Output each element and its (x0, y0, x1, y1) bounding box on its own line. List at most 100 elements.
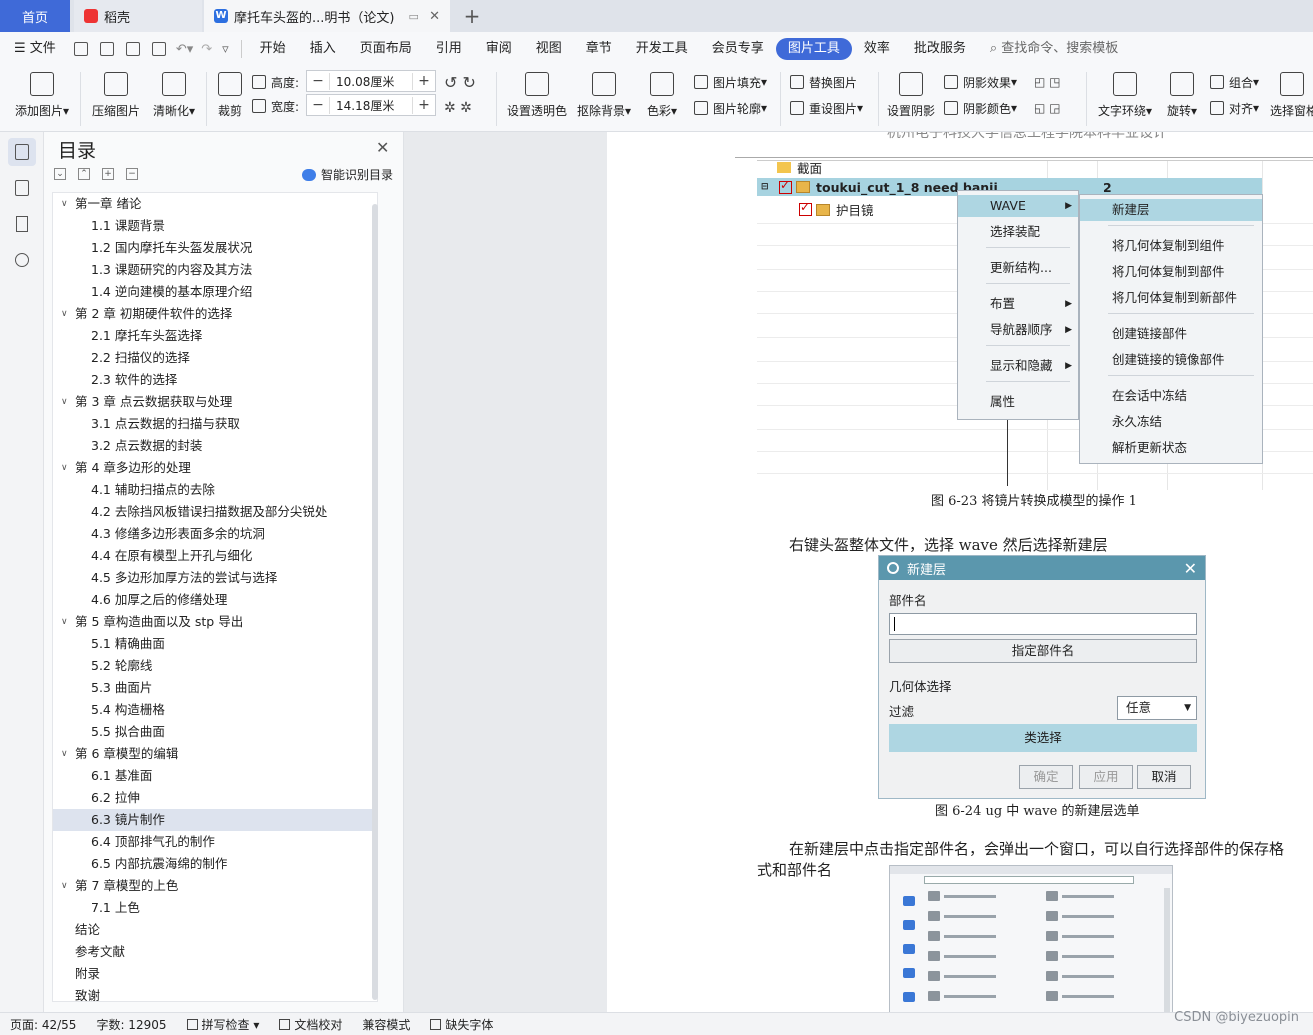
menu-review[interactable]: 审阅 (474, 38, 524, 60)
toc-item[interactable]: 致谢 (53, 985, 377, 1001)
toc-item[interactable]: 6.2 拉伸 (53, 787, 377, 809)
toc-item[interactable]: 结论 (53, 919, 377, 941)
toc-item[interactable]: 5.5 拟合曲面 (53, 721, 377, 743)
toc-item[interactable]: 4.1 辅助扫描点的去除 (53, 479, 377, 501)
height-field[interactable]: −10.08厘米 + (306, 70, 436, 92)
cancel-button[interactable]: 取消 (1137, 765, 1191, 789)
toc-item[interactable]: 6.1 基准面 (53, 765, 377, 787)
menu-efficiency[interactable]: 效率 (852, 38, 902, 60)
menu-correction[interactable]: 批改服务 (902, 38, 978, 60)
file-menu[interactable]: ☰ 文件 (0, 38, 68, 60)
menu-copy-to-component[interactable]: 将几何体复制到组件 (1080, 235, 1262, 257)
width-decrease[interactable]: − (307, 97, 329, 113)
menu-references[interactable]: 引用 (424, 38, 474, 60)
menu-new-level[interactable]: 新建层 (1080, 199, 1262, 221)
toc-item[interactable]: 5.1 精确曲面 (53, 633, 377, 655)
height-decrease[interactable]: − (307, 73, 329, 89)
command-search[interactable]: ⌕ 查找命令、搜索模板 (978, 38, 1130, 60)
menu-chapter[interactable]: 章节 (574, 38, 624, 60)
rotate-button[interactable]: 旋转▾ (1162, 70, 1202, 119)
menu-copy-to-new-part[interactable]: 将几何体复制到新部件 (1080, 287, 1262, 309)
word-count[interactable]: 字数: 12905 (86, 1016, 176, 1033)
menu-properties[interactable]: 属性 (958, 391, 1078, 413)
shadow-nudge-icon[interactable]: ◱ ◲ (1034, 98, 1061, 118)
close-tab-icon[interactable]: ✕ (429, 9, 440, 24)
menu-insert[interactable]: 插入 (298, 38, 348, 60)
undo-icon[interactable]: ↶▾ (176, 42, 193, 57)
toc-item[interactable]: 4.3 修缮多边形表面多余的坑洞 (53, 523, 377, 545)
picture-fill-button[interactable]: 图片填充 ▾ (694, 72, 767, 92)
toc-item[interactable]: 3.2 点云数据的封装 (53, 435, 377, 457)
page-indicator[interactable]: 页面: 42/55 (0, 1016, 86, 1033)
chevron-down-icon[interactable]: ∨ (61, 457, 68, 479)
chevron-down-icon[interactable]: ∨ (61, 303, 68, 325)
menu-page-layout[interactable]: 页面布局 (348, 38, 424, 60)
chevron-down-icon[interactable]: ∨ (61, 391, 68, 413)
toc-item[interactable]: 2.2 扫描仪的选择 (53, 347, 377, 369)
menu-freeze-permanent[interactable]: 永久冻结 (1080, 411, 1262, 433)
menu-select-assembly[interactable]: 选择装配 (958, 221, 1078, 243)
chevron-down-icon[interactable]: ∨ (61, 875, 68, 897)
toc-item[interactable]: 5.3 曲面片 (53, 677, 377, 699)
set-transparent-button[interactable]: 设置透明色 (506, 70, 568, 119)
menu-wave[interactable]: WAVE ▶ (958, 195, 1078, 217)
menu-picture-tools[interactable]: 图片工具 (775, 38, 852, 60)
toc-chapter-item[interactable]: ∨ 第 4 章多边形的处理 (53, 457, 377, 479)
part-name-input[interactable] (889, 613, 1197, 635)
toc-item[interactable]: 7.1 上色 (53, 897, 377, 919)
tab-document[interactable]: W 摩托车头盔的...明书（论文) ▭ ✕ (204, 0, 450, 32)
menu-view[interactable]: 视图 (524, 38, 574, 60)
shadow-nudge-icon[interactable]: ◰ ◳ (1034, 72, 1061, 92)
text-wrap-button[interactable]: 文字环绕▾ (1094, 70, 1156, 119)
crop-button[interactable]: 裁剪 (214, 70, 246, 119)
height-increase[interactable]: + (413, 73, 435, 89)
menu-parse-update[interactable]: 解析更新状态 (1080, 437, 1262, 459)
picture-outline-button[interactable]: 图片轮廓 ▾ (694, 98, 767, 118)
toc-item[interactable]: 6.3 镜片制作 (53, 809, 377, 831)
toc-item[interactable]: 6.4 顶部排气孔的制作 (53, 831, 377, 853)
print-icon[interactable] (125, 42, 140, 56)
toc-item[interactable]: 4.2 去除挡风板错误扫描数据及部分尖锐处 (53, 501, 377, 523)
toc-chapter-item[interactable]: ∨ 第 3 章 点云数据获取与处理 (53, 391, 377, 413)
ok-button[interactable]: 确定 (1019, 765, 1073, 789)
toc-item[interactable]: 1.2 国内摩托车头盔发展状况 (53, 237, 377, 259)
toc-item[interactable]: 6.5 内部抗震海绵的制作 (53, 853, 377, 875)
toc-panel-icon[interactable] (7, 138, 36, 166)
toc-item[interactable]: 参考文献 (53, 941, 377, 963)
toc-chapter-item[interactable]: ∨ 第一章 绪论 (53, 193, 377, 215)
document-page[interactable]: 杭州电子科技大学信息工程学院本科毕业设计 截面 ⊟toukui_cut_1_8 … (607, 132, 1313, 1012)
expand-up-icon[interactable]: ⌃ (78, 168, 90, 180)
filter-select[interactable]: 任意 ▼ (1117, 696, 1197, 720)
replace-image-button[interactable]: 替换图片 (790, 72, 857, 92)
apply-button[interactable]: 应用 (1079, 765, 1133, 789)
tree-row-child[interactable]: 护目镜 (799, 200, 874, 219)
collapse-icon[interactable]: ⊟ (761, 182, 769, 192)
color-button[interactable]: 色彩▾ (642, 70, 682, 119)
menu-create-linked-mirror[interactable]: 创建链接的镜像部件 (1080, 349, 1262, 371)
compat-mode[interactable]: 兼容模式 (352, 1016, 420, 1033)
shadow-color-button[interactable]: 阴影颜色 ▾ (944, 98, 1017, 118)
menu-navigator-order[interactable]: 导航器顺序 ▶ (958, 319, 1078, 341)
checkbox-icon[interactable] (799, 200, 812, 216)
toc-item[interactable]: 5.2 轮廓线 (53, 655, 377, 677)
toc-item[interactable]: 附录 (53, 963, 377, 985)
menu-create-linked-part[interactable]: 创建链接部件 (1080, 323, 1262, 345)
specify-part-name-button[interactable]: 指定部件名 (889, 639, 1197, 663)
menu-start[interactable]: 开始 (248, 38, 298, 60)
add-image-button[interactable]: 添加图片▾ (12, 70, 72, 119)
collapse-all-icon[interactable]: ⌄ (54, 168, 66, 180)
menu-copy-to-part[interactable]: 将几何体复制到部件 (1080, 261, 1262, 283)
bookmark-icon[interactable] (8, 210, 36, 238)
checkbox-icon[interactable] (779, 178, 792, 194)
print-preview-icon[interactable] (151, 42, 166, 56)
reset-image-button[interactable]: 重设图片 ▾ (790, 98, 863, 118)
remove-level-icon[interactable]: − (126, 168, 138, 180)
search-icon[interactable] (8, 246, 36, 274)
toc-item[interactable]: 3.1 点云数据的扫描与获取 (53, 413, 377, 435)
shadow-effect-button[interactable]: 阴影效果 ▾ (944, 72, 1017, 92)
chevron-down-icon[interactable]: ∨ (61, 611, 68, 633)
toc-chapter-item[interactable]: ∨ 第 5 章构造曲面以及 stp 导出 (53, 611, 377, 633)
figure-file-dialog-screenshot[interactable] (889, 865, 1173, 1012)
close-icon[interactable]: ✕ (1184, 559, 1197, 578)
toc-item[interactable]: 1.3 课题研究的内容及其方法 (53, 259, 377, 281)
